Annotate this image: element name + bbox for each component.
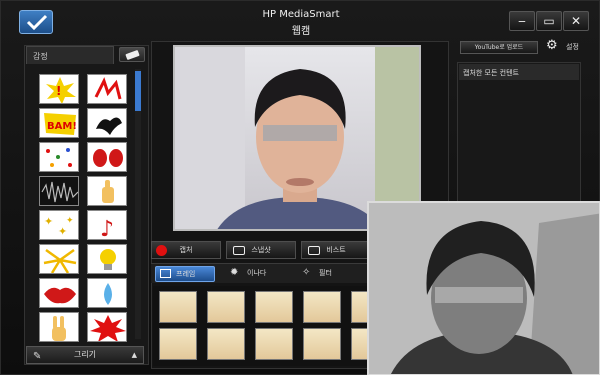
- svg-text:✦: ✦: [58, 225, 67, 238]
- tab-frame-label: 프레임: [176, 270, 196, 278]
- tab-emotion[interactable]: 감정: [26, 46, 114, 64]
- red-squiggle-sticker-icon[interactable]: [87, 74, 127, 104]
- capture-button[interactable]: 캡처: [151, 241, 221, 259]
- tab-filter-label: 필터: [319, 269, 332, 277]
- music-note-sticker-icon[interactable]: ♪: [87, 210, 127, 240]
- video-label: 비스트: [326, 246, 346, 254]
- wand-icon: ✧: [302, 267, 311, 278]
- frame-thumbnail[interactable]: [303, 291, 341, 323]
- grayscale-photo: [367, 201, 600, 375]
- red-burst-sticker-icon[interactable]: [87, 312, 127, 342]
- yellow-stars-sticker-icon[interactable]: ✦ ✦ ✦: [39, 210, 79, 240]
- frame-thumbnail[interactable]: [255, 291, 293, 323]
- snapshot-button[interactable]: 스냅샷: [226, 241, 296, 259]
- gear-icon[interactable]: ⚙: [546, 38, 558, 53]
- frame-thumbnail[interactable]: [159, 291, 197, 323]
- svg-text:♪: ♪: [100, 217, 114, 240]
- water-drops-sticker-icon[interactable]: [87, 278, 127, 308]
- tab-frame[interactable]: 프레임: [155, 266, 215, 282]
- svg-text:!: !: [56, 84, 61, 98]
- close-icon: ✕: [570, 14, 582, 28]
- sun-icon: ✹: [230, 267, 239, 278]
- frame-thumbnail[interactable]: [159, 328, 197, 360]
- sticker-scroll-thumb[interactable]: [135, 71, 141, 111]
- confetti-sticker-icon[interactable]: [39, 142, 79, 172]
- tab-effect[interactable]: ✹ 이나다: [227, 266, 297, 282]
- thumbs-up-hand-sticker-icon[interactable]: [87, 176, 127, 206]
- frame-thumbnail[interactable]: [207, 291, 245, 323]
- draw-button[interactable]: ✎ 그리기 ▲: [26, 346, 144, 364]
- svg-text:BAM!: BAM!: [47, 121, 77, 132]
- video-icon: [308, 246, 320, 255]
- draw-button-label: 그리기: [73, 350, 97, 359]
- black-bird-sticker-icon[interactable]: [87, 108, 127, 138]
- youtube-upload-button[interactable]: YouTube로 업로드: [460, 41, 538, 54]
- camera-icon: [233, 246, 245, 255]
- bam-sticker-icon[interactable]: BAM!: [39, 108, 79, 138]
- peace-hand-sticker-icon[interactable]: [39, 312, 79, 342]
- red-hands-sticker-icon[interactable]: [87, 142, 127, 172]
- captured-content-header: 캡처한 모든 컨텐트: [459, 64, 579, 80]
- maximize-icon: ▭: [543, 14, 555, 28]
- minimize-button[interactable]: ‒: [509, 11, 535, 31]
- frame-thumbnail[interactable]: [303, 328, 341, 360]
- eraser-icon: [125, 49, 140, 61]
- frame-thumbnail[interactable]: [255, 328, 293, 360]
- maximize-button[interactable]: ▭: [536, 11, 562, 31]
- record-icon: [156, 245, 167, 256]
- app-title: HP MediaSmart: [262, 9, 340, 20]
- eraser-button[interactable]: [119, 47, 145, 62]
- yellow-sparks-sticker-icon[interactable]: [39, 244, 79, 274]
- minimize-icon: ‒: [518, 14, 526, 28]
- capture-label: 캡처: [179, 246, 193, 254]
- frame-icon: [160, 269, 171, 278]
- svg-text:✦: ✦: [44, 215, 53, 228]
- exclamation-sticker-icon[interactable]: !: [39, 74, 79, 104]
- light-bulb-sticker-icon[interactable]: [87, 244, 127, 274]
- hp-logo-icon: [19, 10, 53, 34]
- app-window: HP MediaSmart 웹캠 ‒ ▭ ✕ 감정 ! BAM! ✦ ✦ ✦ ♪ ✎…: [0, 0, 600, 375]
- svg-text:✦: ✦: [66, 216, 74, 226]
- video-button[interactable]: 비스트: [301, 241, 371, 259]
- tab-filter[interactable]: ✧ 필터: [299, 266, 363, 282]
- pencil-icon: ✎: [33, 351, 42, 362]
- chevron-up-icon: ▲: [131, 351, 137, 359]
- snapshot-label: 스냅샷: [251, 246, 271, 254]
- tab-effect-label: 이나다: [247, 269, 267, 277]
- close-button[interactable]: ✕: [563, 11, 589, 31]
- frame-thumbnail[interactable]: [207, 328, 245, 360]
- app-subtitle: 웹캠: [291, 26, 311, 37]
- sound-wave-sticker-icon[interactable]: [39, 176, 79, 206]
- settings-link[interactable]: 설정: [566, 42, 579, 52]
- red-lips-sticker-icon[interactable]: [39, 278, 79, 308]
